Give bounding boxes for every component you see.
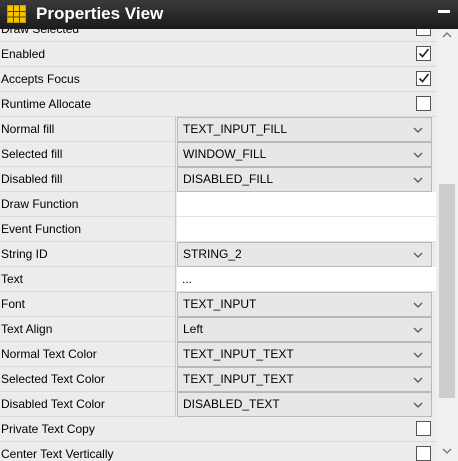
property-row-accepts-focus: Accepts Focus <box>0 67 436 92</box>
vertical-scrollbar[interactable] <box>436 29 458 461</box>
property-row-selected-fill: Selected fill WINDOW_FILL <box>0 142 436 167</box>
property-row-string-id: String ID STRING_2 <box>0 242 436 267</box>
property-row-event-function: Event Function <box>0 217 436 242</box>
property-row-disabled-text-color: Disabled Text Color DISABLED_TEXT <box>0 392 436 417</box>
text-align-select[interactable]: Left <box>177 317 432 342</box>
property-row-normal-fill: Normal fill TEXT_INPUT_FILL <box>0 117 436 142</box>
property-label: Normal fill <box>0 117 176 142</box>
property-label: Draw Function <box>0 192 176 217</box>
disabled-fill-select[interactable]: DISABLED_FILL <box>177 167 432 192</box>
select-value: Left <box>183 322 204 336</box>
text-input[interactable]: ... <box>177 267 436 292</box>
chevron-down-icon <box>413 377 423 383</box>
panel-title: Properties View <box>36 4 164 23</box>
property-label: Normal Text Color <box>0 342 176 367</box>
property-row-disabled-fill: Disabled fill DISABLED_FILL <box>0 167 436 192</box>
property-row-normal-text-color: Normal Text Color TEXT_INPUT_TEXT <box>0 342 436 367</box>
property-label: Draw Selected <box>1 29 80 36</box>
check-icon <box>418 48 430 58</box>
property-label: Enabled <box>1 47 46 61</box>
property-label: Selected Text Color <box>0 367 176 392</box>
property-row-font: Font TEXT_INPUT <box>0 292 436 317</box>
property-label: String ID <box>0 242 176 267</box>
chevron-down-icon <box>413 127 423 133</box>
enabled-checkbox[interactable] <box>416 46 431 61</box>
property-row-private-text-copy: Private Text Copy <box>0 417 436 442</box>
draw-function-input[interactable] <box>177 192 436 217</box>
scrollbar-thumb[interactable] <box>439 184 455 398</box>
select-value: STRING_2 <box>183 247 242 261</box>
event-function-input[interactable] <box>177 217 436 242</box>
property-row-text: Text ... <box>0 267 436 292</box>
select-value: TEXT_INPUT <box>183 297 257 311</box>
selected-text-color-select[interactable]: TEXT_INPUT_TEXT <box>177 367 432 392</box>
disabled-text-color-select[interactable]: DISABLED_TEXT <box>177 392 432 417</box>
property-row-runtime-allocate: Runtime Allocate <box>0 92 436 117</box>
property-label: Accepts Focus <box>1 72 80 86</box>
property-label: Center Text Vertically <box>1 447 114 461</box>
select-value: WINDOW_FILL <box>183 147 267 161</box>
font-select[interactable]: TEXT_INPUT <box>177 292 432 317</box>
property-row-selected-text-color: Selected Text Color TEXT_INPUT_TEXT <box>0 367 436 392</box>
private-text-copy-checkbox[interactable] <box>416 421 431 436</box>
chevron-down-icon <box>413 152 423 158</box>
property-label: Selected fill <box>0 142 176 167</box>
grid-icon <box>7 5 26 23</box>
normal-fill-select[interactable]: TEXT_INPUT_FILL <box>177 117 432 142</box>
select-value: DISABLED_TEXT <box>183 397 280 411</box>
property-row-draw-function: Draw Function <box>0 192 436 217</box>
normal-text-color-select[interactable]: TEXT_INPUT_TEXT <box>177 342 432 367</box>
property-label: Font <box>0 292 176 317</box>
chevron-down-icon <box>413 327 423 333</box>
chevron-down-icon <box>413 352 423 358</box>
draw-selected-checkbox[interactable] <box>416 29 431 36</box>
scroll-up-arrow-icon[interactable] <box>442 32 452 38</box>
select-value: DISABLED_FILL <box>183 172 274 186</box>
minimize-icon[interactable] <box>438 10 450 13</box>
select-value: TEXT_INPUT_TEXT <box>183 372 294 386</box>
select-value: TEXT_INPUT_FILL <box>183 122 288 136</box>
chevron-down-icon <box>413 402 423 408</box>
string-id-select[interactable]: STRING_2 <box>177 242 432 267</box>
properties-grid: Draw Selected Enabled Accepts Focus Runt… <box>0 29 436 461</box>
property-row-center-text-vertically: Center Text Vertically <box>0 442 436 461</box>
property-label: Disabled fill <box>0 167 176 192</box>
property-label: Private Text Copy <box>1 422 95 436</box>
property-row-text-align: Text Align Left <box>0 317 436 342</box>
chevron-down-icon <box>413 177 423 183</box>
property-label: Text Align <box>0 317 176 342</box>
chevron-down-icon <box>413 302 423 308</box>
chevron-down-icon <box>413 252 423 258</box>
selected-fill-select[interactable]: WINDOW_FILL <box>177 142 432 167</box>
check-icon <box>418 73 430 83</box>
scroll-down-arrow-icon[interactable] <box>442 448 452 454</box>
property-label: Event Function <box>0 217 176 242</box>
property-row-enabled: Enabled <box>0 42 436 67</box>
title-bar: Properties View <box>0 0 458 29</box>
accepts-focus-checkbox[interactable] <box>416 71 431 86</box>
center-text-vertically-checkbox[interactable] <box>416 446 431 461</box>
property-label: Text <box>0 267 176 292</box>
runtime-allocate-checkbox[interactable] <box>416 96 431 111</box>
property-label: Runtime Allocate <box>1 97 92 111</box>
property-row-draw-selected: Draw Selected <box>0 29 436 42</box>
property-label: Disabled Text Color <box>0 392 176 417</box>
select-value: TEXT_INPUT_TEXT <box>183 347 294 361</box>
